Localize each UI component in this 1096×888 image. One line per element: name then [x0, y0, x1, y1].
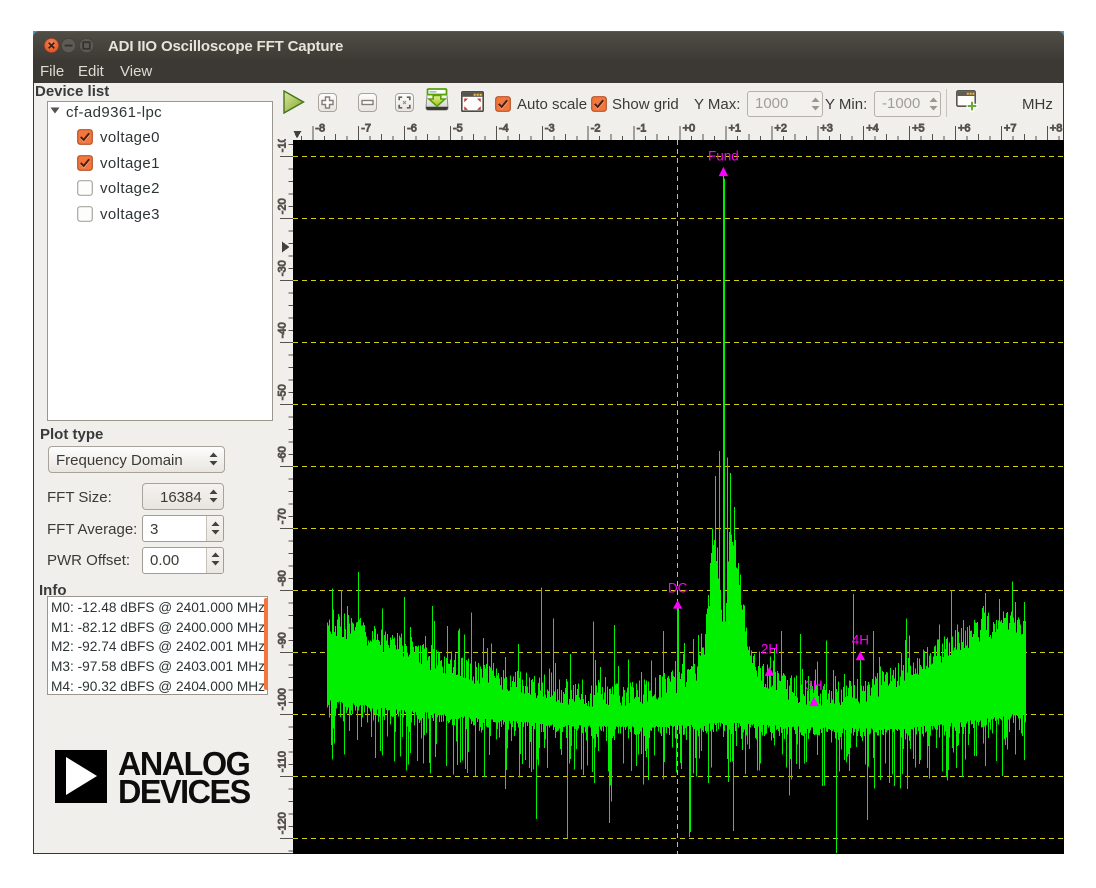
- svg-text:-20: -20: [277, 198, 289, 214]
- svg-text:-1: -1: [637, 123, 647, 135]
- svg-text:-2: -2: [591, 123, 601, 135]
- svg-text:DC: DC: [668, 581, 688, 596]
- svg-text:-110: -110: [277, 751, 289, 772]
- svg-text:+6: +6: [958, 123, 971, 135]
- svg-text:+7: +7: [1004, 123, 1017, 135]
- svg-text:-5: -5: [453, 123, 463, 135]
- svg-text:2H: 2H: [761, 642, 778, 657]
- svg-text:-50: -50: [277, 384, 289, 400]
- svg-text:-60: -60: [277, 446, 289, 462]
- svg-text:-120: -120: [277, 812, 289, 834]
- svg-text:+8: +8: [1050, 123, 1063, 135]
- svg-text:-70: -70: [277, 508, 289, 524]
- svg-text:-100: -100: [277, 688, 289, 710]
- svg-text:-10: -10: [277, 139, 289, 152]
- svg-text:3H: 3H: [805, 678, 822, 693]
- svg-text:+3: +3: [820, 123, 833, 135]
- svg-text:+5: +5: [912, 123, 925, 135]
- svg-text:-30: -30: [277, 260, 289, 276]
- svg-text:+4: +4: [866, 123, 879, 135]
- svg-text:-8: -8: [315, 123, 325, 135]
- svg-text:-4: -4: [499, 123, 509, 135]
- svg-text:4H: 4H: [852, 633, 869, 648]
- svg-text:-3: -3: [545, 123, 555, 135]
- svg-text:-6: -6: [407, 123, 417, 135]
- svg-text:-7: -7: [361, 123, 371, 135]
- svg-text:+0: +0: [683, 123, 696, 135]
- svg-text:+1: +1: [729, 123, 742, 135]
- svg-text:-90: -90: [277, 632, 289, 648]
- svg-text:Fund: Fund: [708, 149, 739, 164]
- svg-text:-40: -40: [277, 322, 289, 338]
- svg-text:-80: -80: [277, 570, 289, 586]
- svg-text:+2: +2: [774, 123, 787, 135]
